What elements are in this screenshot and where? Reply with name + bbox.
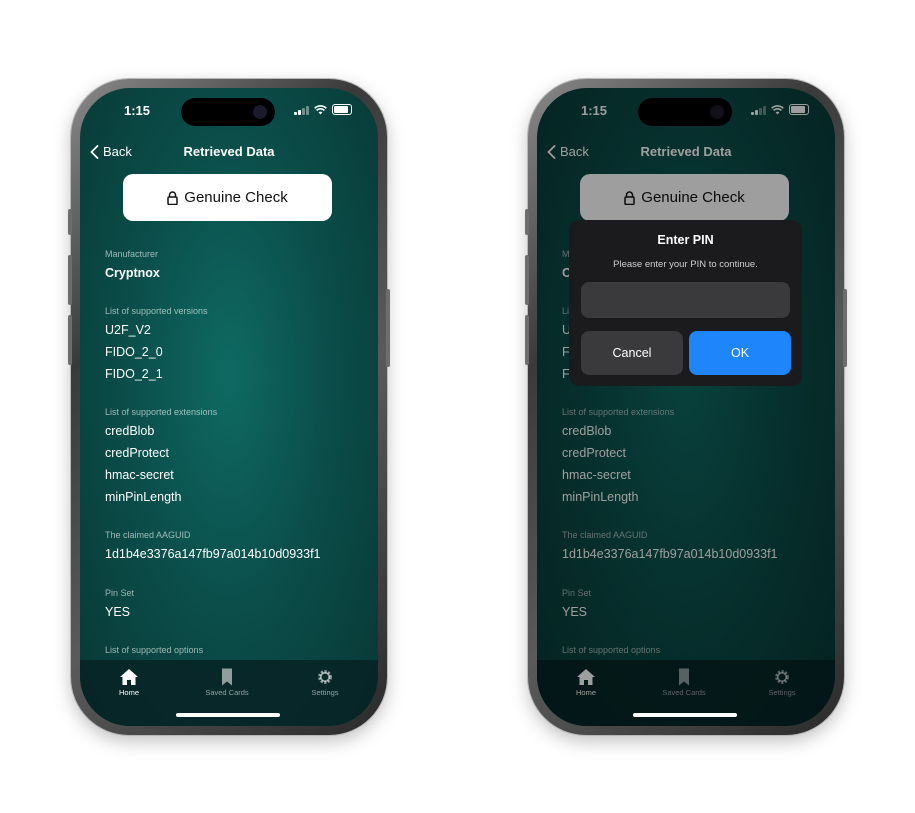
home-indicator [633, 713, 737, 717]
wifi-icon [314, 104, 327, 114]
action-button [68, 209, 72, 235]
tab-settings[interactable]: Settings [290, 668, 360, 697]
home-indicator [176, 713, 280, 717]
aaguid-value: 1d1b4e3376a147fb97a014b10d0933f1 [105, 547, 321, 561]
volume-down-button [68, 315, 72, 365]
version-item: FIDO_2_0 [105, 345, 163, 359]
dialog-message: Please enter your PIN to continue. [613, 259, 758, 270]
nav-bar: Back Retrieved Data [80, 144, 378, 164]
lock-icon [167, 190, 179, 205]
pin-input[interactable] [581, 282, 790, 318]
volume-down-button [525, 315, 529, 365]
options-label: List of supported options [105, 645, 204, 655]
battery-icon [332, 104, 352, 115]
signal-icon [294, 105, 309, 115]
versions-label: List of supported versions [105, 306, 208, 316]
camera-icon [253, 105, 267, 119]
volume-up-button [525, 255, 529, 305]
tab-label: Saved Cards [205, 688, 249, 697]
version-item: U2F_V2 [105, 323, 151, 337]
enter-pin-dialog: Enter PIN Please enter your PIN to conti… [569, 220, 802, 386]
extension-item: hmac-secret [105, 468, 174, 482]
cancel-button[interactable]: Cancel [581, 331, 683, 375]
aaguid-label: The claimed AAGUID [105, 530, 191, 540]
volume-up-button [68, 255, 72, 305]
dialog-title: Enter PIN [657, 233, 714, 247]
phone-right: 1:15 Back Retrieved Data Genuine Check M… [525, 79, 847, 735]
home-icon [120, 669, 138, 685]
tab-home[interactable]: Home [94, 668, 164, 697]
status-icons [294, 104, 352, 115]
genuine-check-label: Genuine Check [184, 189, 288, 206]
power-button [843, 289, 847, 367]
manufacturer-label: Manufacturer [105, 249, 159, 259]
tab-saved-cards[interactable]: Saved Cards [192, 668, 262, 697]
pin-set-value: YES [105, 605, 131, 619]
version-item: FIDO_2_1 [105, 367, 163, 381]
phone-left: 1:15 Back Retrieved Data Genuine Check M… [68, 79, 390, 735]
dynamic-island [181, 98, 275, 126]
tab-label: Settings [311, 688, 339, 697]
tab-label: Home [118, 688, 139, 697]
power-button [386, 289, 390, 367]
pin-set-label: Pin Set [105, 588, 135, 598]
gear-icon [318, 670, 332, 684]
bookmark-icon [222, 668, 232, 686]
action-button [525, 209, 529, 235]
extension-item: minPinLength [105, 490, 182, 504]
modal-overlay[interactable] [537, 88, 835, 726]
page-title: Retrieved Data [183, 144, 275, 159]
manufacturer-value: Cryptnox [105, 266, 160, 280]
ok-button[interactable]: OK [689, 331, 791, 375]
app-screen: 1:15 Back Retrieved Data Genuine Check M… [80, 88, 378, 726]
genuine-check-button[interactable]: Genuine Check [123, 174, 332, 221]
extension-item: credBlob [105, 424, 155, 438]
status-time: 1:15 [124, 103, 151, 118]
app-screen: 1:15 Back Retrieved Data Genuine Check M… [537, 88, 835, 726]
extensions-label: List of supported extensions [105, 407, 218, 417]
extension-item: credProtect [105, 446, 169, 460]
